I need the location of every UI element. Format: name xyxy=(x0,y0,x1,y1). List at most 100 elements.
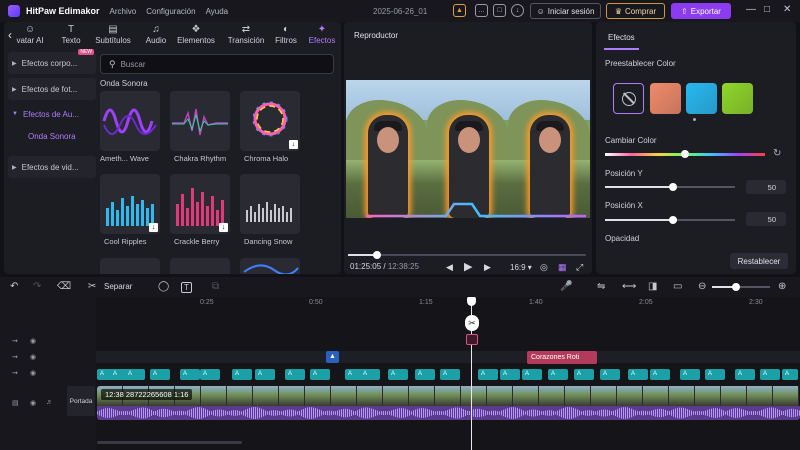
camera-icon[interactable]: ◎ xyxy=(540,262,548,273)
effect-card-crackle-berry[interactable]: ↓ xyxy=(170,174,230,234)
tab-texto[interactable]: T Texto xyxy=(56,24,86,45)
text-clip[interactable]: A xyxy=(478,369,498,380)
zoom-handle[interactable] xyxy=(732,283,740,291)
color-slider[interactable] xyxy=(605,150,765,158)
text-clip[interactable]: A xyxy=(440,369,460,380)
text-clip[interactable]: A xyxy=(255,369,275,380)
buy-button[interactable]: ♛ Comprar xyxy=(606,3,665,19)
position-x-input[interactable]: 50 xyxy=(746,212,786,226)
maximize-icon[interactable]: □ xyxy=(764,4,770,15)
text-clip[interactable]: A xyxy=(500,369,520,380)
tab-efectos-props[interactable]: Efectos xyxy=(604,26,639,50)
eye-icon[interactable]: ◉ xyxy=(30,399,36,407)
seek-handle[interactable] xyxy=(372,251,381,259)
text-clip[interactable]: A xyxy=(180,369,200,380)
link-icon[interactable]: ⇝ xyxy=(12,369,18,377)
text-clip[interactable]: A xyxy=(415,369,435,380)
copy-icon[interactable]: ⧉ xyxy=(212,281,219,292)
download-icon[interactable]: ↓ xyxy=(289,140,298,149)
text-clip[interactable]: A xyxy=(705,369,725,380)
minimize-icon[interactable]: — xyxy=(746,4,756,15)
position-y-input[interactable]: 50 xyxy=(746,180,786,194)
chevron-left-icon[interactable]: ‹ xyxy=(8,28,12,42)
close-icon[interactable]: ✕ xyxy=(783,4,791,15)
zoom-in-icon[interactable]: ⊕ xyxy=(778,281,786,292)
crop-icon[interactable]: ▦ xyxy=(558,262,567,273)
text-clip[interactable]: A xyxy=(680,369,700,380)
fullscreen-icon[interactable]: ⤢ xyxy=(576,262,583,273)
split-marker-icon[interactable] xyxy=(466,334,478,345)
no-color-swatch[interactable] xyxy=(613,83,644,114)
effect-card-dancing-snow[interactable] xyxy=(240,174,300,234)
previous-frame-icon[interactable]: ◀ xyxy=(446,262,453,273)
position-y-handle[interactable] xyxy=(669,183,677,191)
link-icon[interactable]: ⇝ xyxy=(12,353,18,361)
film-icon[interactable]: ▤ xyxy=(12,399,19,407)
monitor-icon[interactable]: □ xyxy=(493,4,506,17)
effect-card-partial[interactable] xyxy=(240,258,300,274)
horizontal-scrollbar[interactable] xyxy=(97,441,242,444)
refresh-icon[interactable]: ↻ xyxy=(773,148,781,159)
category-efectos-corporales[interactable]: ▶ Efectos corpo... NEW xyxy=(8,49,96,74)
video-track[interactable]: 12:38 28722265608 1:16 xyxy=(97,386,800,420)
aspect-ratio-select[interactable]: 16:9 ▾ xyxy=(510,263,532,272)
fit-icon[interactable]: ▭ xyxy=(673,281,682,292)
text-clip[interactable]: A xyxy=(782,369,798,380)
text-clip[interactable]: A xyxy=(628,369,648,380)
text-clip[interactable]: A xyxy=(200,369,220,380)
text-clip[interactable]: A xyxy=(600,369,620,380)
effect-card-partial[interactable] xyxy=(100,258,160,274)
text-clip[interactable]: A xyxy=(285,369,305,380)
menu-configuracion[interactable]: Configuración xyxy=(146,7,195,16)
tab-subtitulos[interactable]: ▤ Subtítulos xyxy=(90,24,136,45)
play-icon[interactable]: ▶ xyxy=(464,260,472,273)
zoom-out-icon[interactable]: ⊖ xyxy=(698,281,706,292)
tab-audio[interactable]: ♫ Audio xyxy=(141,24,171,45)
text-clip[interactable]: A xyxy=(574,369,594,380)
tab-filtros[interactable]: ◐ Filtros xyxy=(271,24,301,45)
playhead-handle[interactable] xyxy=(467,297,476,306)
search-box[interactable]: ⚲ xyxy=(100,54,334,74)
export-button[interactable]: ⇧ Exportar xyxy=(671,3,731,19)
eye-icon[interactable]: ◉ xyxy=(30,337,36,345)
reset-button[interactable]: Restablecer xyxy=(730,253,788,269)
feedback-icon[interactable]: … xyxy=(475,4,488,17)
menu-archivo[interactable]: Archivo xyxy=(110,7,137,16)
effect-card-amethyst-wave[interactable] xyxy=(100,91,160,151)
split-button[interactable]: Separar xyxy=(104,282,132,291)
text-box-icon[interactable]: T xyxy=(181,282,192,293)
text-clip[interactable]: A xyxy=(388,369,408,380)
menu-ayuda[interactable]: Ayuda xyxy=(206,7,229,16)
effect-card-partial[interactable] xyxy=(170,258,230,274)
scissors-icon[interactable]: ✂ xyxy=(465,315,479,331)
speaker-icon[interactable]: ♬ xyxy=(46,399,53,406)
shield-icon[interactable]: ◯ xyxy=(158,281,169,292)
color-swatch-green[interactable] xyxy=(722,83,753,114)
undo-icon[interactable]: ↶ xyxy=(10,281,18,292)
text-clip[interactable]: A xyxy=(650,369,670,380)
search-input[interactable] xyxy=(120,59,301,69)
tab-avatar-ai[interactable]: ☺ vatar AI xyxy=(13,24,47,45)
tab-transicion[interactable]: ⇄ Transición xyxy=(223,24,269,45)
tab-elementos[interactable]: ❖ Elementos xyxy=(173,24,219,45)
text-clip[interactable]: A xyxy=(760,369,780,380)
text-clip[interactable]: A xyxy=(735,369,755,380)
eye-icon[interactable]: ◉ xyxy=(30,353,36,361)
download-icon[interactable]: ↓ xyxy=(219,223,228,232)
cover-button[interactable]: Portada xyxy=(67,386,95,416)
link-icon[interactable]: ⇝ xyxy=(12,337,18,345)
color-swatch-blue[interactable] xyxy=(686,83,717,114)
scissors-icon[interactable]: ✂ xyxy=(88,281,96,292)
effect-card-cool-ripples[interactable]: ↓ xyxy=(100,174,160,234)
category-efectos-foto[interactable]: ▶ Efectos de fot... xyxy=(8,78,96,100)
login-button[interactable]: ☺ Iniciar sesión xyxy=(530,3,601,19)
position-x-slider[interactable] xyxy=(605,216,735,224)
redo-icon[interactable]: ↷ xyxy=(33,281,41,292)
effect-card-chakra-rhythm[interactable] xyxy=(170,91,230,151)
color-swatch-orange[interactable] xyxy=(650,83,681,114)
color-slider-handle[interactable] xyxy=(681,150,689,158)
snap-icon[interactable]: ⟷ xyxy=(622,281,636,292)
link-icon[interactable]: ⇋ xyxy=(597,281,605,292)
effect-clip-corazones[interactable]: Corazones Roti xyxy=(527,351,597,364)
text-clip[interactable]: A xyxy=(360,369,380,380)
